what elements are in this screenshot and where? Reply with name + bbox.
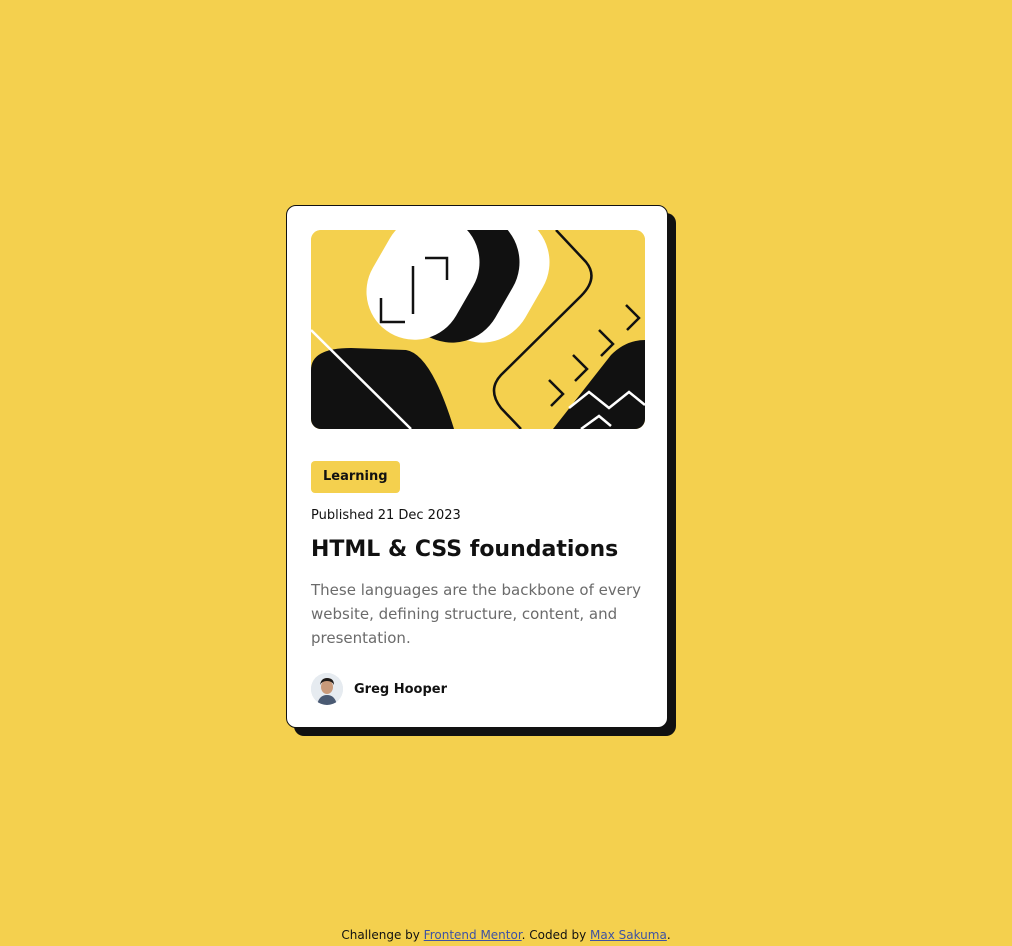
blog-preview-card: Learning Published 21 Dec 2023 HTML & CS… — [286, 205, 668, 728]
author-info: Greg Hooper — [311, 673, 447, 705]
frontend-mentor-link[interactable]: Frontend Mentor — [424, 928, 522, 942]
category-tag: Learning — [311, 461, 400, 493]
card-description: These languages are the backbone of ever… — [311, 581, 641, 647]
card-illustration — [311, 230, 645, 429]
illustration-graphic — [311, 230, 645, 429]
avatar — [311, 673, 343, 705]
published-date: Published 21 Dec 2023 — [311, 508, 461, 523]
author-name: Greg Hooper — [354, 681, 448, 697]
card-title[interactable]: HTML & CSS foundations — [311, 537, 618, 562]
attribution-middle: . Coded by — [521, 928, 590, 942]
author-link[interactable]: Max Sakuma — [590, 928, 667, 942]
attribution-suffix: . — [666, 928, 671, 942]
avatar-photo-icon — [311, 673, 343, 705]
attribution-prefix: Challenge by — [341, 928, 424, 942]
attribution: Challenge by Frontend Mentor. Coded by M… — [0, 928, 1012, 942]
